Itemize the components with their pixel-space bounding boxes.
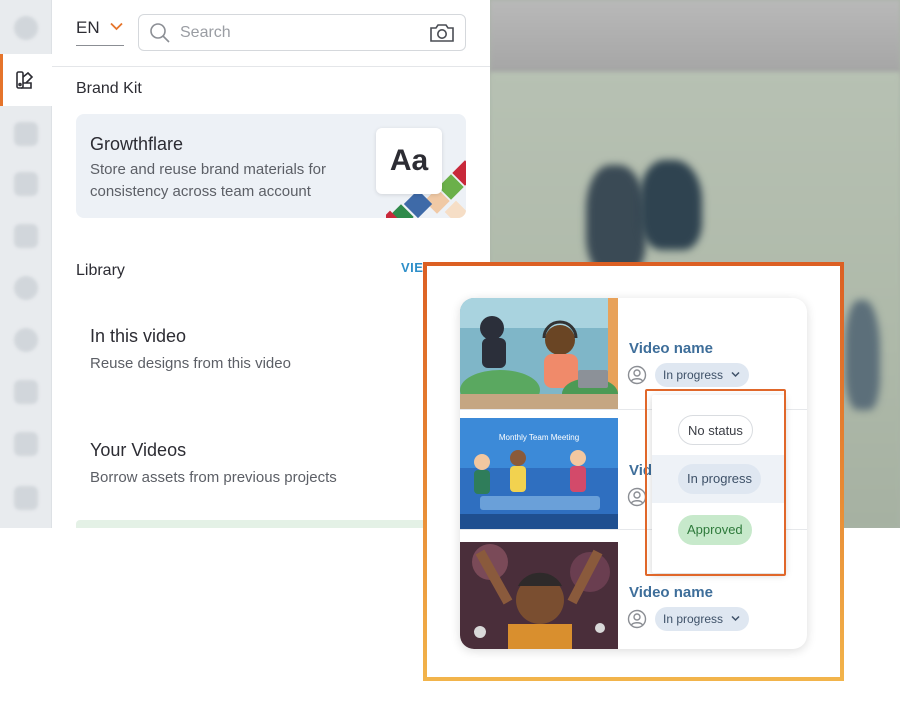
video-name: Video name bbox=[629, 340, 713, 357]
rail-text-icon[interactable] bbox=[14, 380, 38, 404]
brand-kit-icon bbox=[16, 71, 34, 89]
video-thumbnail bbox=[460, 542, 618, 649]
video-thumbnail: Monthly Team Meeting bbox=[460, 418, 618, 529]
next-library-item-edge bbox=[76, 520, 466, 528]
user-avatar-icon bbox=[627, 487, 647, 507]
library-item-your-videos[interactable]: Your Videos Borrow assets from previous … bbox=[90, 440, 390, 486]
canvas-rock-left bbox=[586, 165, 646, 275]
video-thumbnail-title: Monthly Team Meeting bbox=[499, 433, 579, 442]
status-feature-callout: Video name In progress Monthly Team Meet… bbox=[423, 262, 844, 681]
library-item-title: In this video bbox=[90, 326, 187, 346]
library-title: Library bbox=[76, 262, 125, 279]
callout-inner: Video name In progress Monthly Team Meet… bbox=[427, 266, 840, 677]
camera-icon[interactable] bbox=[429, 23, 455, 43]
library-item-description: Borrow assets from previous projects bbox=[90, 469, 337, 486]
library-item-in-this-video[interactable]: In this video Reuse designs from this vi… bbox=[90, 326, 390, 372]
brand-kit-name: Growthflare bbox=[90, 134, 184, 154]
rail-music-icon[interactable] bbox=[14, 432, 38, 456]
rail-scenes-icon[interactable] bbox=[14, 224, 38, 248]
rail-characters-icon[interactable] bbox=[14, 276, 38, 300]
rail-top-icon[interactable] bbox=[14, 16, 38, 40]
video-name: Video name bbox=[629, 584, 713, 601]
canvas-ceiling bbox=[490, 0, 900, 74]
brand-kit-card[interactable]: Growthflare Store and reuse brand materi… bbox=[76, 114, 466, 218]
rail-props-icon[interactable] bbox=[14, 328, 38, 352]
language-value: EN bbox=[76, 18, 100, 37]
video-thumbnail-image bbox=[460, 298, 618, 409]
library-item-description: Reuse designs from this video bbox=[90, 355, 291, 372]
rail-upload-icon[interactable] bbox=[14, 486, 38, 510]
video-thumbnail-image bbox=[460, 542, 618, 649]
canvas-rock-right bbox=[845, 300, 880, 410]
video-thumbnail bbox=[460, 298, 618, 409]
search-bar bbox=[138, 14, 466, 51]
chevron-down-icon bbox=[731, 371, 740, 378]
status-dropdown[interactable]: In progress bbox=[655, 607, 750, 631]
brand-font-tile: Aa bbox=[376, 128, 442, 194]
rail-templates-icon[interactable] bbox=[14, 122, 38, 146]
search-input[interactable] bbox=[180, 23, 420, 42]
panel-divider bbox=[52, 66, 490, 67]
rail-brand-kit-tab[interactable] bbox=[0, 54, 52, 106]
library-item-title: Your Videos bbox=[90, 440, 187, 460]
chevron-down-icon bbox=[109, 22, 123, 31]
language-select[interactable]: EN bbox=[76, 18, 124, 46]
chevron-down-icon bbox=[731, 615, 740, 622]
icon-rail bbox=[0, 0, 52, 528]
brand-kit-description: Store and reuse brand materials for cons… bbox=[90, 161, 326, 200]
video-thumbnail-image: Monthly Team Meeting bbox=[460, 418, 618, 529]
user-avatar-icon bbox=[627, 609, 647, 629]
status-dropdown[interactable]: In progress bbox=[655, 363, 750, 387]
rail-media-icon[interactable] bbox=[14, 172, 38, 196]
user-avatar-icon bbox=[627, 365, 647, 385]
search-icon bbox=[150, 22, 170, 43]
dropdown-emphasis-frame bbox=[645, 389, 786, 576]
status-label: In progress bbox=[663, 368, 724, 382]
status-label: In progress bbox=[663, 612, 724, 626]
canvas-rock-center bbox=[640, 160, 702, 250]
brand-kit-title: Brand Kit bbox=[76, 80, 142, 97]
